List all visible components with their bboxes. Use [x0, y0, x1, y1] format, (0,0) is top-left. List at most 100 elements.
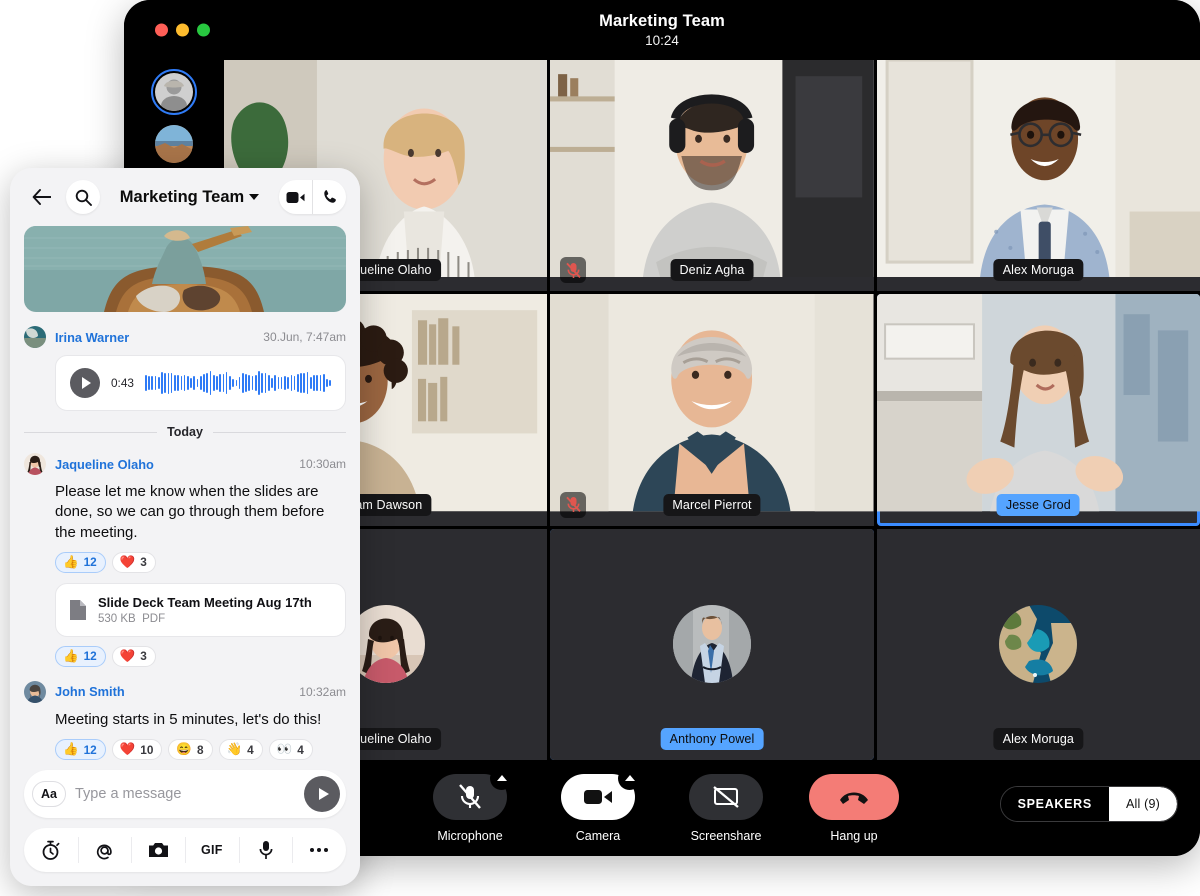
- microphone-control[interactable]: Microphone: [422, 774, 518, 843]
- back-button[interactable]: [24, 180, 58, 214]
- waveform-bar: [300, 373, 302, 394]
- waveform-bar: [232, 379, 234, 387]
- back-arrow-icon: [32, 189, 51, 205]
- camera-toggle-button[interactable]: [561, 774, 635, 820]
- waveform-bar: [278, 377, 280, 390]
- chat-composer: Aa Type a message: [10, 760, 360, 886]
- reaction-pill[interactable]: 👍 12: [55, 552, 106, 573]
- waveform-bar: [181, 376, 183, 390]
- reaction-count: 8: [197, 743, 204, 757]
- camera-menu-button[interactable]: [618, 767, 641, 790]
- participant-tile[interactable]: Alex Moruga: [877, 529, 1200, 760]
- more-icon: [310, 848, 328, 852]
- timer-button[interactable]: [24, 828, 78, 872]
- phone-call-button[interactable]: [313, 180, 346, 214]
- reaction-count: 12: [84, 743, 97, 757]
- participant-tile-active[interactable]: Anthony Powel: [550, 529, 873, 760]
- participant-video-feed: [550, 294, 873, 511]
- waveform-bar: [226, 372, 228, 395]
- camera-control[interactable]: Camera: [550, 774, 646, 843]
- microphone-toggle-button[interactable]: [433, 774, 507, 820]
- gif-button[interactable]: GIF: [185, 828, 239, 872]
- day-divider-label: Today: [167, 425, 203, 439]
- camera-button[interactable]: [131, 828, 185, 872]
- message-author: John Smith: [55, 684, 125, 699]
- reaction-count: 12: [84, 555, 97, 569]
- rail-avatar-self[interactable]: [155, 73, 193, 111]
- reaction-pill[interactable]: 😄8: [168, 739, 212, 760]
- more-options-button[interactable]: [292, 828, 346, 872]
- waveform-bar: [323, 374, 325, 392]
- waveform-bar: [155, 376, 157, 390]
- hangup-control[interactable]: Hang up: [806, 774, 902, 843]
- waveform-bar: [148, 376, 150, 390]
- microphone-menu-button[interactable]: [490, 767, 513, 790]
- avatar-image: [24, 453, 46, 475]
- file-attachment-message[interactable]: Slide Deck Team Meeting Aug 17th 530 KB …: [55, 583, 346, 637]
- waveform-bar: [239, 377, 241, 389]
- composer-input-row[interactable]: Aa Type a message: [24, 770, 346, 818]
- waveform-bar: [284, 376, 286, 389]
- reaction-list[interactable]: 👍12❤️10😄8👋4👀4🌺4🥷3✅2✂️1: [55, 739, 346, 760]
- reaction-pill[interactable]: 👍12: [55, 646, 106, 667]
- file-meta: 530 KB PDF: [98, 613, 312, 625]
- participant-video-feed: [877, 60, 1200, 277]
- message-header: John Smith 10:32am: [24, 681, 346, 703]
- reaction-pill[interactable]: ❤️10: [112, 739, 163, 760]
- view-mode-toggle[interactable]: SPEAKERS All (9): [1000, 786, 1178, 822]
- participants-grid: Jaqueline Olaho: [224, 60, 1200, 760]
- participant-tile[interactable]: Deniz Agha: [550, 60, 873, 291]
- rail-avatar-landscape[interactable]: [155, 125, 193, 163]
- waveform-bar: [245, 374, 247, 391]
- voice-record-button[interactable]: [239, 828, 293, 872]
- format-text-button[interactable]: Aa: [32, 781, 66, 807]
- avatar-image: [24, 681, 46, 703]
- reaction-emoji: 👍: [63, 743, 79, 756]
- screenshare-toggle-button[interactable]: [689, 774, 763, 820]
- participant-tile[interactable]: Marcel Pierrot: [550, 294, 873, 525]
- participant-tile-active[interactable]: Jesse Grod: [877, 294, 1200, 525]
- reaction-pill[interactable]: ❤️3: [112, 646, 156, 667]
- view-mode-speakers[interactable]: SPEAKERS: [1001, 787, 1109, 821]
- chat-title-button[interactable]: Marketing Team: [108, 188, 271, 207]
- chat-call-actions: [279, 180, 346, 214]
- waveform-bar: [210, 371, 212, 395]
- send-button[interactable]: [304, 776, 340, 812]
- file-icon: [69, 599, 87, 621]
- audio-message[interactable]: 0:43: [55, 355, 346, 411]
- screenshare-control[interactable]: Screenshare: [678, 774, 774, 843]
- reaction-pill[interactable]: 👀4: [269, 739, 313, 760]
- waveform-bar: [294, 376, 296, 391]
- chevron-up-icon: [497, 775, 507, 781]
- reaction-pill[interactable]: ❤️3: [112, 552, 156, 573]
- video-camera-icon: [286, 191, 305, 204]
- waveform-bar: [174, 375, 176, 391]
- view-mode-all[interactable]: All (9): [1109, 787, 1177, 821]
- waveform-bar: [197, 379, 199, 388]
- reaction-list[interactable]: 👍12 ❤️3: [55, 646, 346, 667]
- reaction-list[interactable]: 👍 12 ❤️3: [55, 552, 346, 573]
- message-header: Jaqueline Olaho 10:30am: [24, 453, 346, 475]
- avatar: [673, 605, 751, 683]
- waveform-bar: [184, 375, 186, 390]
- mention-button[interactable]: [78, 828, 132, 872]
- search-button[interactable]: [66, 180, 100, 214]
- participant-tile[interactable]: Alex Moruga: [877, 60, 1200, 291]
- reaction-pill[interactable]: 👋4: [219, 739, 263, 760]
- waveform-bar: [168, 373, 170, 394]
- participant-video-feed: [550, 60, 873, 277]
- file-info: Slide Deck Team Meeting Aug 17th 530 KB …: [98, 595, 312, 625]
- video-call-button[interactable]: [279, 180, 312, 214]
- hangup-button[interactable]: [809, 774, 899, 820]
- audio-play-button[interactable]: [70, 368, 100, 398]
- audio-waveform[interactable]: [145, 370, 331, 396]
- image-message[interactable]: [24, 226, 346, 312]
- waveform-bar: [164, 373, 166, 393]
- message-input[interactable]: Type a message: [75, 786, 295, 802]
- chat-message-list[interactable]: Irina Warner 30.Jun, 7:47am 0:43 Today: [10, 226, 360, 760]
- call-title-block: Marketing Team 10:24: [124, 12, 1200, 48]
- participant-muted-badge: [560, 257, 586, 283]
- reaction-emoji: 👍: [63, 556, 79, 569]
- reaction-pill[interactable]: 👍 12: [55, 739, 106, 760]
- waveform-bar: [255, 375, 257, 390]
